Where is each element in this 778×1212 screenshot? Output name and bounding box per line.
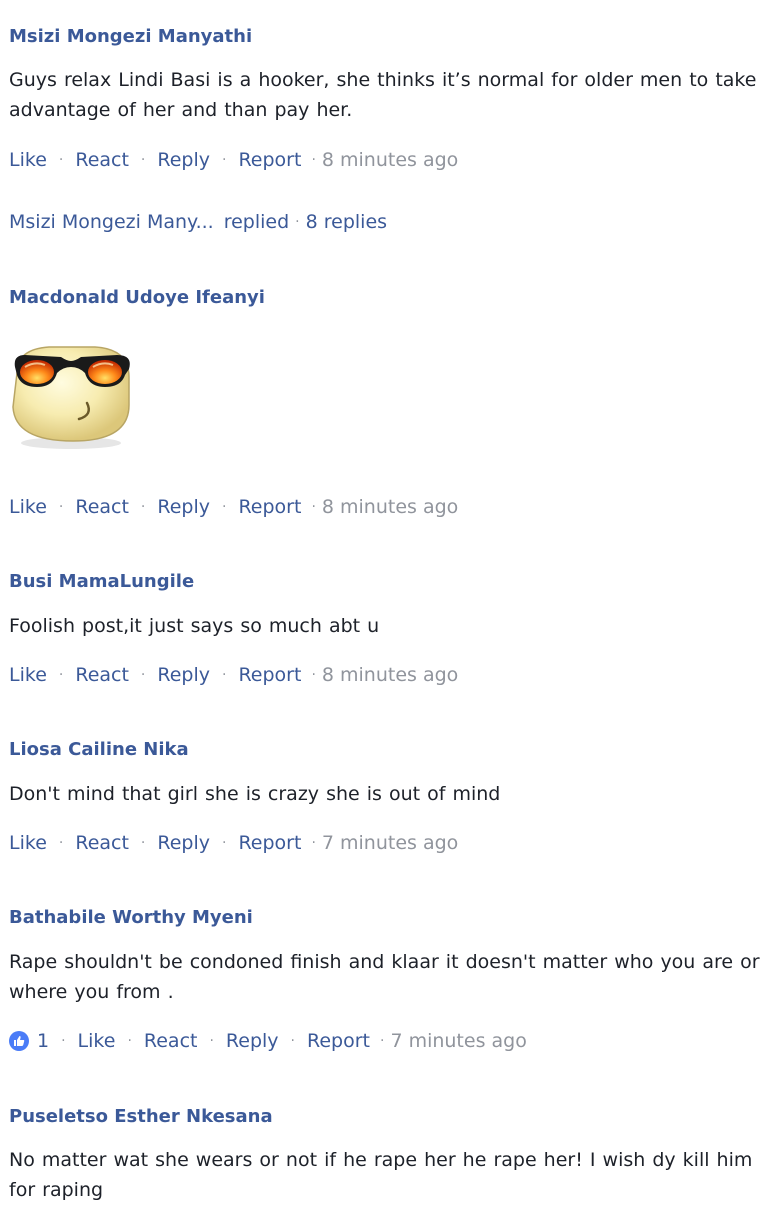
separator-dot: · [127,1033,132,1049]
separator-dot: · [311,667,316,683]
report-button[interactable]: Report [307,1030,370,1052]
separator-dot: · [140,667,146,683]
comment-text: Don't mind that girl she is crazy she is… [9,783,501,805]
cool-sunglasses-face-sticker [12,346,130,449]
separator-dot: · [295,214,300,230]
comment-actions: Like · React · Reply · Report · 8 minute… [9,147,458,173]
like-count: 1 [37,1030,50,1052]
separator-dot: · [222,499,227,515]
comment-timestamp[interactable]: 7 minutes ago [322,832,458,854]
like-button[interactable]: Like [9,149,47,171]
separator-dot: · [140,152,146,168]
separator-dot: · [58,499,64,515]
reply-button[interactable]: Reply [157,496,210,518]
replies-count: 8 replies [305,211,388,233]
separator-dot: · [140,835,146,851]
comment-author[interactable]: Bathabile Worthy Myeni [9,907,253,929]
react-button[interactable]: React [75,664,129,686]
reply-button[interactable]: Reply [157,149,210,171]
comment-actions: Like · React · Reply · Report · 8 minute… [9,662,458,688]
like-button[interactable]: Like [9,664,47,686]
comment-author[interactable]: Macdonald Udoye Ifeanyi [9,287,265,309]
reply-button[interactable]: Reply [157,664,210,686]
replies-author: Msizi Mongezi Many... [9,211,214,233]
separator-dot: · [379,1033,385,1049]
reply-button[interactable]: Reply [157,832,210,854]
react-button[interactable]: React [75,149,129,171]
comment-text: Rape shouldn't be condoned finish and kl… [9,951,760,1003]
react-button[interactable]: React [75,496,129,518]
separator-dot: · [222,667,227,683]
comment-timestamp[interactable]: 8 minutes ago [322,149,458,171]
separator-dot: · [140,499,146,515]
comment-actions: 1 · Like · React · Reply · Report · 7 mi… [9,1028,527,1054]
separator-dot: · [61,1033,66,1049]
separator-dot: · [58,835,64,851]
comment-author[interactable]: Liosa Cailine Nika [9,739,189,761]
like-button[interactable]: Like [9,496,47,518]
comment-timestamp[interactable]: 7 minutes ago [390,1030,526,1052]
separator-dot: · [290,1033,295,1049]
separator-dot: · [222,152,227,168]
react-button[interactable]: React [75,832,129,854]
view-replies-link[interactable]: Msizi Mongezi Many... replied · 8 replie… [9,209,387,235]
like-button[interactable]: Like [78,1030,116,1052]
separator-dot: · [222,835,227,851]
react-button[interactable]: React [144,1030,198,1052]
like-button[interactable]: Like [9,832,47,854]
comment-text: Foolish post,it just says so much abt u [9,615,380,637]
comment-text: Guys relax Lindi Basi is a hooker, she t… [9,69,757,121]
separator-dot: · [311,499,316,515]
comment-author[interactable]: Msizi Mongezi Manyathi [9,26,252,48]
like-count-badge[interactable]: 1 [9,1030,49,1052]
comment-actions: Like · React · Reply · Report · 8 minute… [9,494,458,520]
separator-dot: · [58,152,64,168]
comment-author[interactable]: Busi MamaLungile [9,571,194,593]
report-button[interactable]: Report [238,496,301,518]
report-button[interactable]: Report [238,149,301,171]
separator-dot: · [209,1033,214,1049]
thumbs-up-icon [9,1031,29,1051]
report-button[interactable]: Report [238,664,301,686]
separator-dot: · [311,835,316,851]
reply-button[interactable]: Reply [226,1030,279,1052]
comment-text: No matter wat she wears or not if he rap… [9,1149,753,1201]
comment-timestamp[interactable]: 8 minutes ago [322,664,458,686]
report-button[interactable]: Report [238,832,301,854]
replies-action: replied [223,211,290,233]
comment-author[interactable]: Puseletso Esther Nkesana [9,1106,273,1128]
comment-timestamp[interactable]: 8 minutes ago [322,496,458,518]
comment-actions: Like · React · Reply · Report · 7 minute… [9,830,458,856]
separator-dot: · [311,152,316,168]
separator-dot: · [58,667,64,683]
